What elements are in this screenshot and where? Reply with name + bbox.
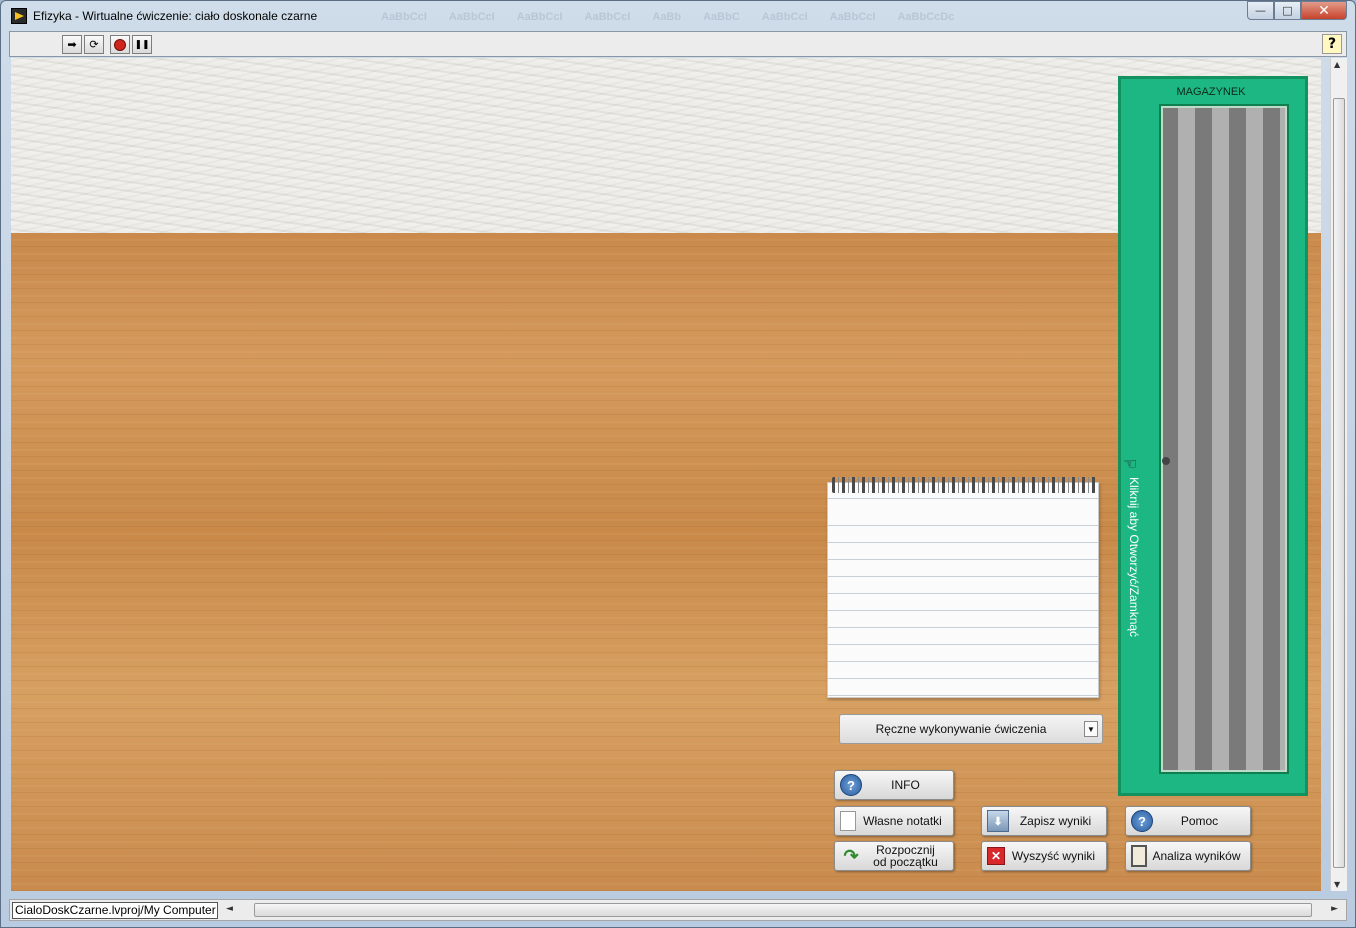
window-controls: — □ ✕ xyxy=(1247,1,1347,20)
clear-results-button[interactable]: ✕ Wyszyść wyniki xyxy=(981,841,1107,871)
restart-button[interactable]: ↷ Rozpocznij od początku xyxy=(834,841,954,871)
info-button[interactable]: ? INFO xyxy=(834,770,954,800)
ghost-style: AaBbCcDc xyxy=(897,11,955,23)
status-bar: CialoDoskCzarne.lvproj/My Computer ◄ ► xyxy=(9,899,1347,921)
app-window: Efizyka - Wirtualne ćwiczenie: ciało dos… xyxy=(0,0,1356,928)
maximize-icon: □ xyxy=(1282,4,1293,17)
maximize-button[interactable]: □ xyxy=(1274,1,1301,20)
abort-button[interactable] xyxy=(110,35,130,54)
ghost-style: AaBbCcI xyxy=(761,11,808,23)
red-x-icon: ✕ xyxy=(987,847,1005,865)
chevron-down-icon[interactable]: ▼ xyxy=(1084,721,1098,737)
storage-door-slats xyxy=(1159,104,1289,774)
run-arrow-icon: ➡ xyxy=(67,38,77,51)
run-button[interactable]: ➡ xyxy=(62,35,82,54)
storage-door-knob[interactable] xyxy=(1162,457,1170,465)
project-path: CialoDoskCzarne.lvproj/My Computer xyxy=(12,902,218,919)
notepad-spiral xyxy=(832,477,1096,493)
info-button-label: INFO xyxy=(891,778,920,792)
storage-toggle-hint[interactable]: Kliknij aby Otworzyć/Zamknąć xyxy=(1127,477,1141,637)
pause-button[interactable]: ❚❚ xyxy=(132,35,152,54)
storage-title: MAGAZYNEK xyxy=(1176,86,1246,98)
ghost-style: AaBbC xyxy=(703,11,740,23)
pause-icon: ❚❚ xyxy=(134,39,150,50)
close-icon: ✕ xyxy=(1318,2,1330,19)
close-button[interactable]: ✕ xyxy=(1301,1,1347,20)
notes-icon xyxy=(840,811,856,831)
ghost-style: AaBb xyxy=(652,11,682,23)
clipboard-icon xyxy=(1131,845,1147,867)
storage-cabinet[interactable]: MAGAZYNEK ☜ Kliknij aby Otworzyć/Zamknąć xyxy=(1118,76,1308,796)
vertical-scrollbar[interactable]: ▲ ▼ xyxy=(1330,58,1347,891)
ghost-style: AaBbCcI xyxy=(381,11,427,23)
context-help-button[interactable]: ? xyxy=(1322,34,1342,54)
save-results-button[interactable]: ⬇ Zapisz wyniki xyxy=(981,806,1107,836)
run-continuously-icon: ⟳ xyxy=(89,38,99,51)
title-bar: Efizyka - Wirtualne ćwiczenie: ciało dos… xyxy=(1,1,1355,31)
ghost-style: AaBbCcI xyxy=(516,11,563,23)
own-notes-button[interactable]: Własne notatki xyxy=(834,806,954,836)
abort-icon xyxy=(114,38,126,51)
notepad[interactable] xyxy=(827,477,1099,698)
help-button-label: Pomoc xyxy=(1180,814,1219,828)
clear-results-button-label: Wyszyść wyniki xyxy=(1011,849,1096,863)
front-panel: MAGAZYNEK ☜ Kliknij aby Otworzyć/Zamknąć… xyxy=(11,58,1321,891)
minimize-button[interactable]: — xyxy=(1247,1,1274,20)
restart-button-label: Rozpocznij od początku xyxy=(873,843,938,869)
ghost-style: AaBbCcI xyxy=(448,11,495,23)
info-icon: ? xyxy=(840,774,862,796)
save-results-button-label: Zapisz wyniki xyxy=(1019,814,1092,828)
ghost-style: AaBbCcI xyxy=(584,11,631,23)
scroll-down-icon[interactable]: ▼ xyxy=(1334,880,1340,889)
scroll-left-icon[interactable]: ◄ xyxy=(226,904,233,914)
run-continuously-button[interactable]: ⟳ xyxy=(84,35,104,54)
window-title: Efizyka - Wirtualne ćwiczenie: ciało dos… xyxy=(33,9,318,23)
background-style-gallery: AaBbCcI AaBbCcI AaBbCcI AaBbCcI AaBb AaB… xyxy=(381,11,954,23)
labview-toolbar: ➡ ⟳ ❚❚ ? xyxy=(9,31,1347,57)
scroll-up-icon[interactable]: ▲ xyxy=(1334,60,1340,69)
horizontal-scrollbar[interactable]: ◄ ► xyxy=(224,902,1342,919)
ghost-style: AaBbCcI xyxy=(829,11,876,23)
scroll-right-icon[interactable]: ► xyxy=(1331,904,1338,914)
minimize-icon: — xyxy=(1255,4,1266,17)
save-tray-icon: ⬇ xyxy=(987,810,1009,832)
pointing-hand-icon: ☜ xyxy=(1123,454,1138,473)
help-button[interactable]: ? Pomoc xyxy=(1125,806,1251,836)
mode-select-value: Ręczne wykonywanie ćwiczenia xyxy=(875,722,1047,736)
vertical-scroll-thumb[interactable] xyxy=(1333,98,1345,868)
own-notes-button-label: Własne notatki xyxy=(863,814,942,828)
labview-app-icon xyxy=(11,8,27,24)
horizontal-scroll-thumb[interactable] xyxy=(254,903,1312,917)
help-icon: ? xyxy=(1131,810,1153,832)
analyze-results-button[interactable]: Analiza wyników xyxy=(1125,841,1251,871)
restart-arrow-icon: ↷ xyxy=(843,845,859,866)
mode-select[interactable]: Ręczne wykonywanie ćwiczenia ▼ xyxy=(839,714,1103,744)
analyze-results-button-label: Analiza wyników xyxy=(1152,849,1241,863)
